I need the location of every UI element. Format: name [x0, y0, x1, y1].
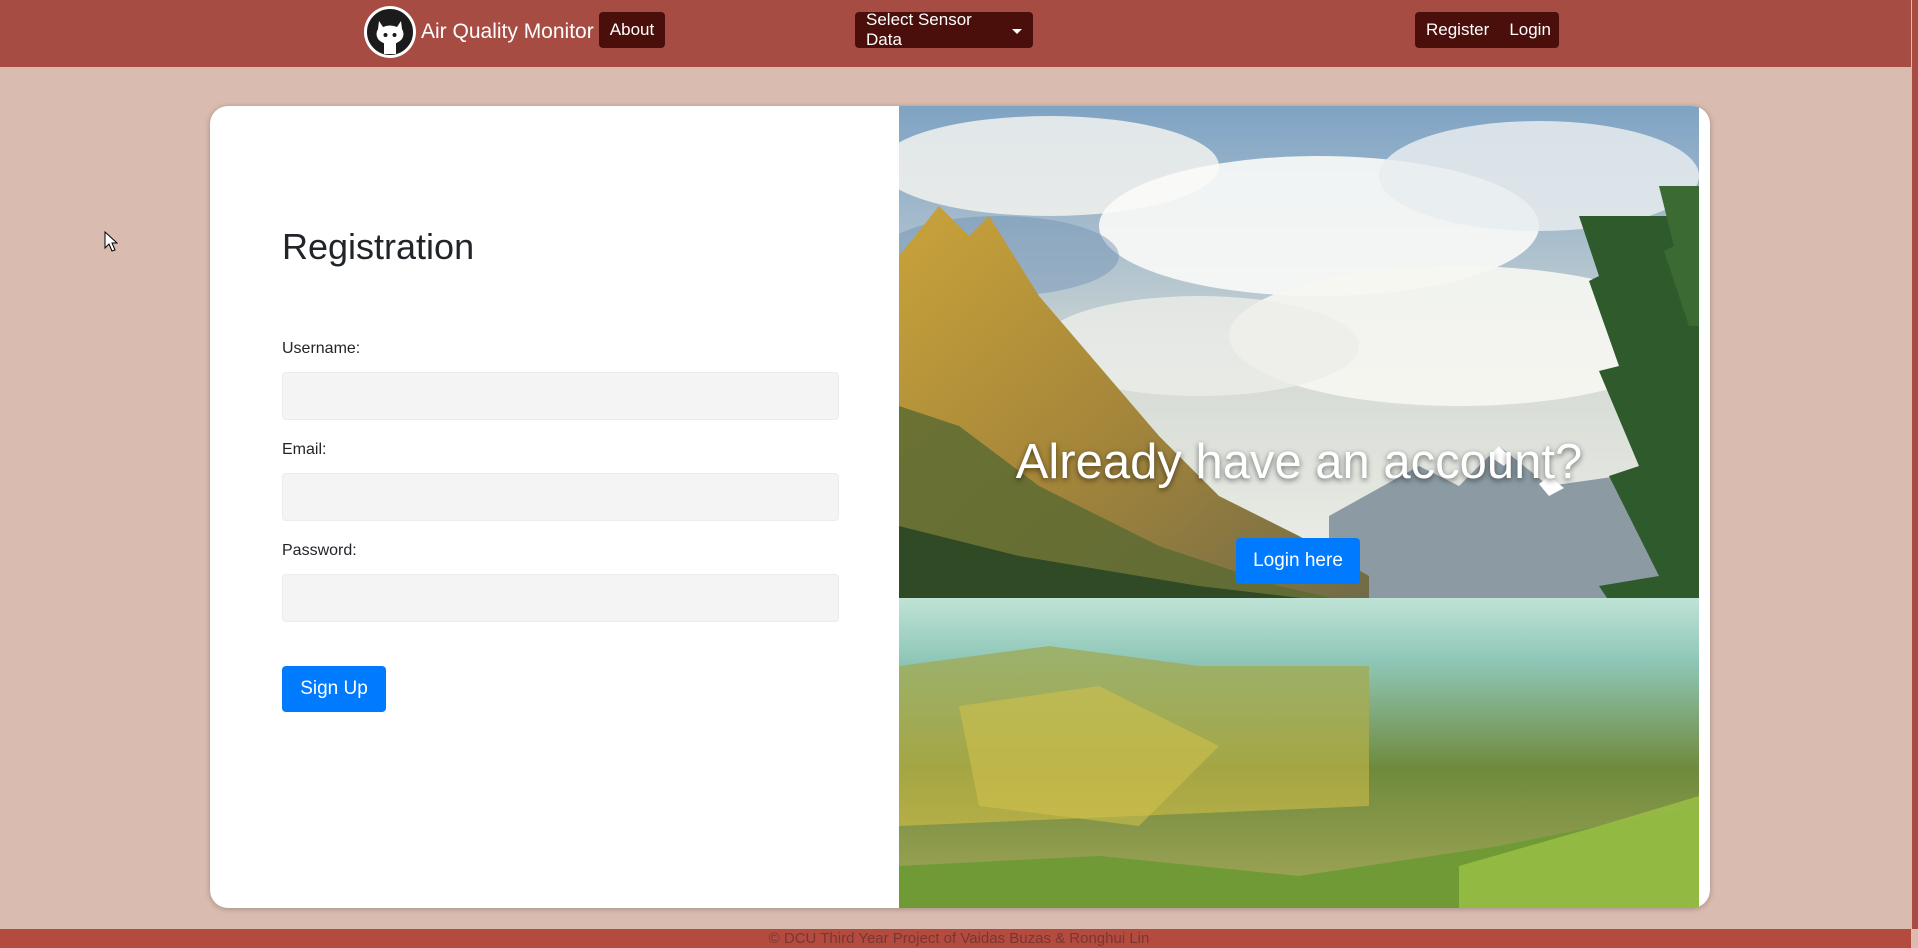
password-input[interactable]	[282, 574, 839, 622]
registration-card: Registration Username: Email: Password: …	[210, 106, 1710, 908]
scrollbar-thumb[interactable]	[1912, 0, 1918, 929]
already-account-heading: Already have an account?	[1015, 435, 1583, 489]
username-label: Username:	[282, 340, 361, 357]
email-label: Email:	[282, 441, 327, 458]
username-input[interactable]	[282, 372, 839, 420]
auth-nav-group: Register Login	[1415, 12, 1559, 48]
login-here-button[interactable]: Login here	[1236, 538, 1360, 584]
password-label: Password:	[282, 542, 357, 559]
brand-link[interactable]: Air Quality Monitor	[364, 6, 594, 58]
mouse-cursor-icon	[104, 230, 119, 258]
register-nav-link[interactable]: Register	[1426, 20, 1489, 40]
registration-form: Registration Username: Email: Password: …	[210, 106, 899, 908]
mountain-lake-image	[899, 106, 1699, 908]
github-octocat-icon	[364, 6, 416, 58]
brand-title: Air Quality Monitor	[421, 20, 594, 43]
sensor-data-dropdown[interactable]: Select Sensor Data	[855, 10, 1033, 49]
hero-image-panel: Already have an account? Login here	[899, 106, 1699, 908]
login-nav-link[interactable]: Login	[1509, 20, 1551, 40]
about-nav-link[interactable]: About	[599, 12, 665, 48]
page-footer: © DCU Third Year Project of Vaidas Buzas…	[0, 929, 1918, 948]
sign-up-button[interactable]: Sign Up	[282, 666, 386, 712]
caret-down-icon	[1012, 28, 1022, 34]
form-title: Registration	[282, 226, 475, 267]
footer-text: © DCU Third Year Project of Vaidas Buzas…	[768, 930, 1150, 947]
top-navbar: Air Quality Monitor About Select Sensor …	[0, 0, 1918, 67]
sensor-dropdown-label: Select Sensor Data	[866, 10, 972, 49]
email-input[interactable]	[282, 473, 839, 521]
